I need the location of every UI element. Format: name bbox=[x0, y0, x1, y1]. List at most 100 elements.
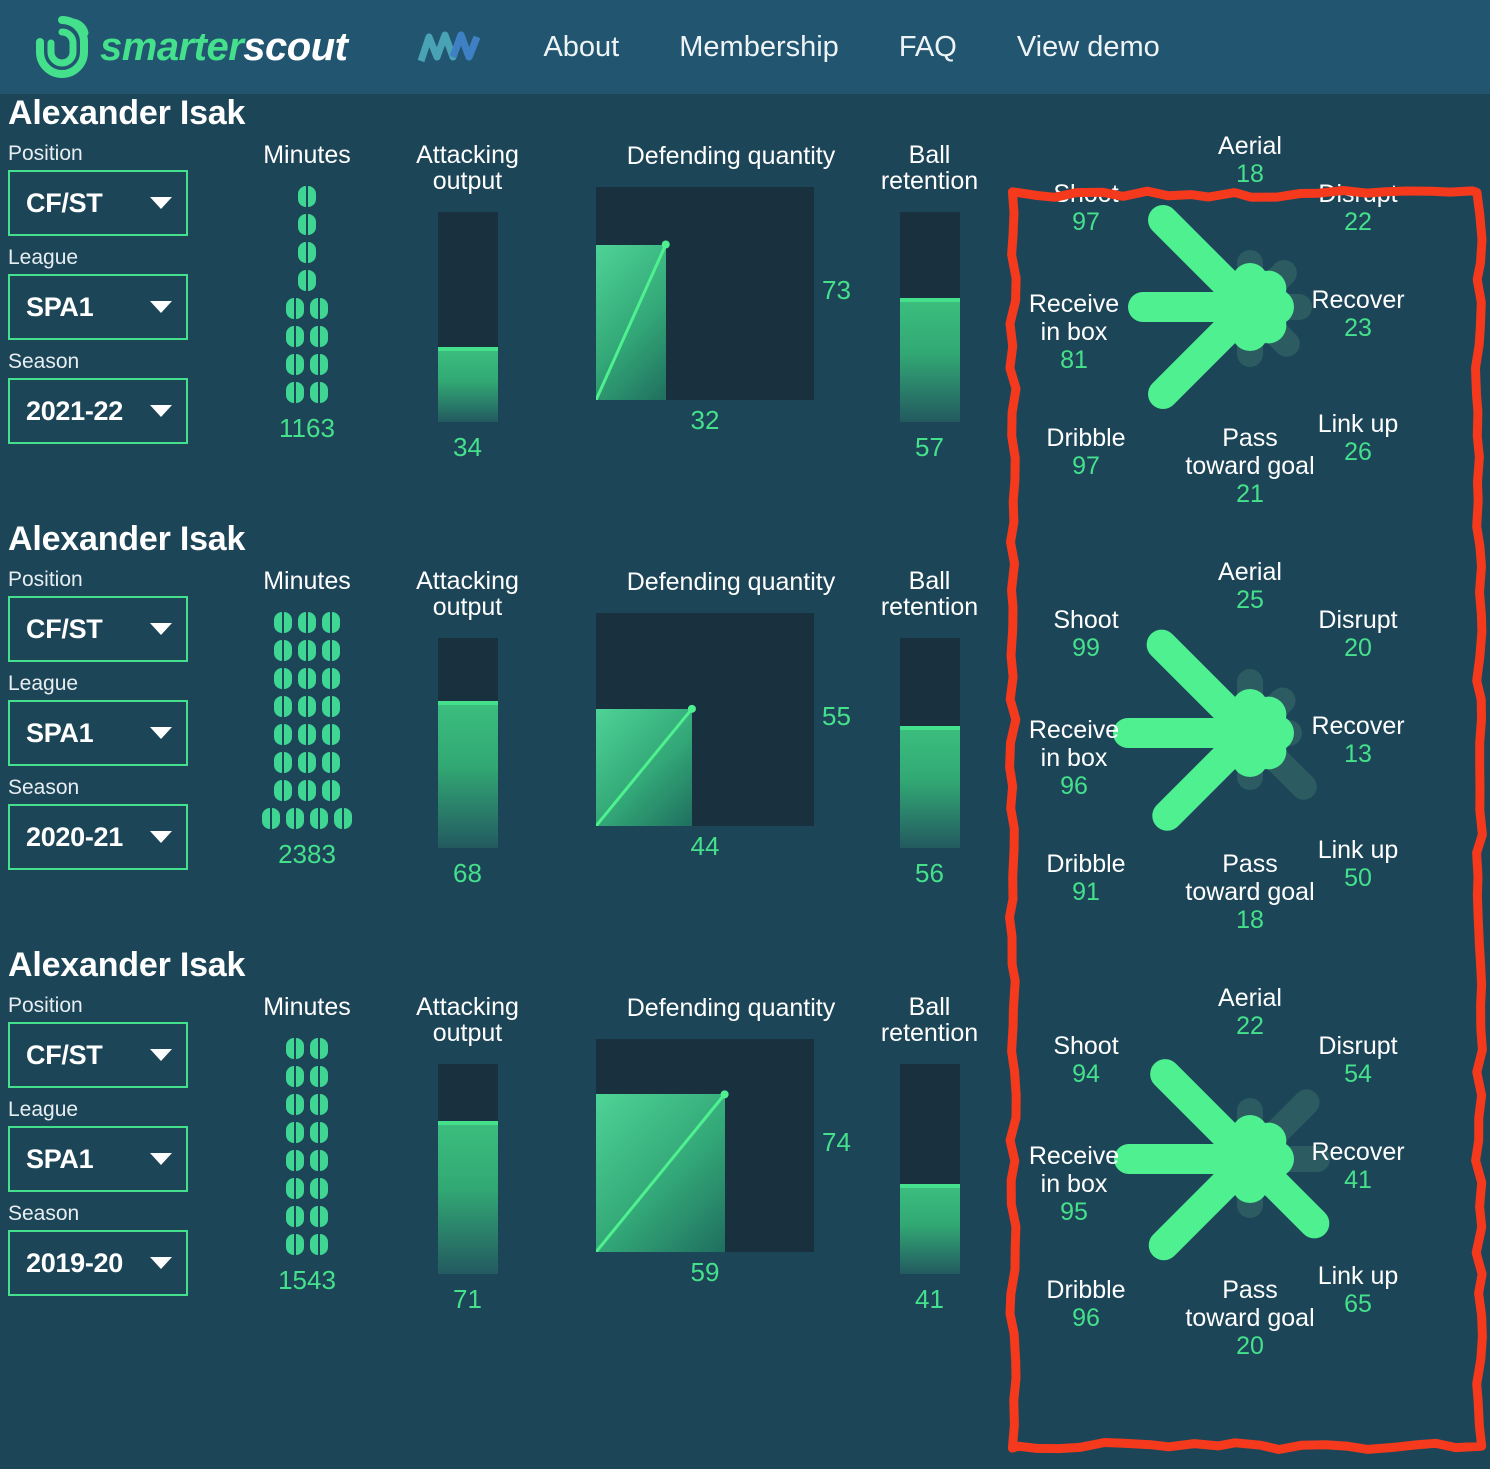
position-select[interactable]: CF/ST bbox=[8, 170, 188, 236]
ball-retention-metric: Ball retention 57 bbox=[852, 142, 1007, 463]
minutes-metric: Minutes 1163 bbox=[232, 142, 382, 444]
minutes-dot bbox=[298, 612, 316, 633]
defending-quantity-title: Defending quantity bbox=[596, 568, 866, 597]
minutes-dot-row bbox=[286, 1234, 328, 1255]
minutes-dot-row bbox=[286, 298, 328, 319]
defending-quadrant-chart: Defending quantity Defending quality 32 … bbox=[548, 142, 888, 437]
chevron-down-icon bbox=[150, 1257, 172, 1269]
minutes-dot bbox=[274, 668, 292, 689]
defending-quantity-title: Defending quantity bbox=[596, 994, 866, 1023]
minutes-dot bbox=[298, 242, 316, 263]
minutes-dot-row bbox=[274, 724, 340, 745]
league-select[interactable]: SPA1 bbox=[8, 700, 188, 766]
minutes-metric: Minutes 2383 bbox=[232, 568, 382, 870]
radar-value: 41 bbox=[1293, 1166, 1423, 1194]
season-label: Season bbox=[8, 350, 208, 374]
minutes-dot bbox=[310, 298, 328, 319]
radar-label-pass-toward-goal: Pass toward goal 18 bbox=[1165, 850, 1335, 934]
nav-link-membership[interactable]: Membership bbox=[679, 31, 839, 64]
radar-value: 22 bbox=[1293, 208, 1423, 236]
minutes-dot bbox=[322, 780, 340, 801]
radar-label-text: Dribble bbox=[1046, 424, 1125, 452]
position-select[interactable]: CF/ST bbox=[8, 1022, 188, 1088]
minutes-dot bbox=[274, 640, 292, 661]
chevron-down-icon bbox=[150, 1153, 172, 1165]
minutes-dot bbox=[286, 1206, 304, 1227]
minutes-dot bbox=[310, 808, 328, 829]
league-label: League bbox=[8, 1098, 208, 1122]
radar-label-text: Aerial bbox=[1218, 132, 1282, 160]
brand-logo[interactable]: smarterscout bbox=[28, 14, 347, 80]
minutes-dot-row bbox=[274, 668, 340, 689]
radar-label-text: Disrupt bbox=[1318, 606, 1397, 634]
minutes-dot bbox=[322, 752, 340, 773]
radar-value: 20 bbox=[1293, 634, 1423, 662]
minutes-dot bbox=[310, 1066, 328, 1087]
minutes-dot-row bbox=[298, 242, 316, 263]
minutes-value: 1543 bbox=[232, 1265, 382, 1296]
minutes-dot-row bbox=[286, 1038, 328, 1059]
minutes-title: Minutes bbox=[232, 994, 382, 1020]
minutes-dot bbox=[286, 298, 304, 319]
minutes-dot-row bbox=[286, 1206, 328, 1227]
minutes-dot-row bbox=[298, 186, 316, 207]
league-value: SPA1 bbox=[26, 292, 93, 323]
minutes-dot bbox=[310, 1150, 328, 1171]
minutes-dot bbox=[334, 808, 352, 829]
minutes-dot bbox=[286, 808, 304, 829]
minutes-dot bbox=[298, 780, 316, 801]
minutes-dot bbox=[274, 696, 292, 717]
defending-plot-area bbox=[596, 187, 814, 400]
minutes-dot bbox=[322, 696, 340, 717]
defending-quantity-value: 59 bbox=[596, 1257, 814, 1288]
radar-label-text: Dribble bbox=[1046, 850, 1125, 878]
ball-retention-value: 56 bbox=[852, 858, 1007, 889]
player-name: Alexander Isak bbox=[8, 94, 245, 133]
attacking-output-bar bbox=[438, 212, 498, 422]
nav-link-view-demo[interactable]: View demo bbox=[1017, 31, 1160, 64]
position-label: Position bbox=[8, 994, 208, 1018]
radar-label-receive-in-box: Receive in box 96 bbox=[1009, 716, 1139, 800]
radar-value: 96 bbox=[1021, 1304, 1151, 1332]
defending-quantity-value: 32 bbox=[596, 405, 814, 436]
position-label: Position bbox=[8, 568, 208, 592]
minutes-dot bbox=[286, 326, 304, 347]
radar-value: 97 bbox=[1021, 452, 1151, 480]
defending-quality-value: 74 bbox=[822, 1127, 851, 1158]
minutes-dot-row bbox=[274, 752, 340, 773]
season-select[interactable]: 2020-21 bbox=[8, 804, 188, 870]
nav-link-about[interactable]: About bbox=[543, 31, 619, 64]
league-select[interactable]: SPA1 bbox=[8, 274, 188, 340]
ball-retention-metric: Ball retention 41 bbox=[852, 994, 1007, 1315]
radar-label-text: Shoot bbox=[1053, 606, 1118, 634]
nav-link-faq[interactable]: FAQ bbox=[899, 31, 957, 64]
minutes-dot-grid bbox=[232, 186, 382, 403]
radar-label-text: Pass toward goal bbox=[1185, 850, 1314, 906]
radar-label-text: Aerial bbox=[1218, 984, 1282, 1012]
attacking-output-metric: Attacking output 71 bbox=[390, 994, 545, 1315]
radar-label-text: Disrupt bbox=[1318, 180, 1397, 208]
minutes-dot bbox=[310, 354, 328, 375]
minutes-dot bbox=[298, 696, 316, 717]
position-select[interactable]: CF/ST bbox=[8, 596, 188, 662]
player-card: Alexander Isak Position CF/ST League SPA… bbox=[0, 520, 1490, 946]
radar-label-text: Shoot bbox=[1053, 180, 1118, 208]
radar-label-text: Receive in box bbox=[1029, 1142, 1119, 1198]
ball-retention-value: 57 bbox=[852, 432, 1007, 463]
radar-label-pass-toward-goal: Pass toward goal 20 bbox=[1165, 1276, 1335, 1360]
radar-value: 20 bbox=[1165, 1332, 1335, 1360]
season-select[interactable]: 2019-20 bbox=[8, 1230, 188, 1296]
minutes-dot-row bbox=[286, 1066, 328, 1087]
minutes-dot bbox=[286, 1094, 304, 1115]
ball-retention-title: Ball retention bbox=[852, 142, 1007, 194]
season-select[interactable]: 2021-22 bbox=[8, 378, 188, 444]
league-select[interactable]: SPA1 bbox=[8, 1126, 188, 1192]
wave-chart-icon[interactable] bbox=[417, 27, 483, 67]
filter-controls: Position CF/ST League SPA1 Season 2019-2… bbox=[8, 994, 208, 1306]
attacking-output-bar bbox=[438, 1064, 498, 1274]
ball-retention-metric: Ball retention 56 bbox=[852, 568, 1007, 889]
chevron-down-icon bbox=[150, 405, 172, 417]
minutes-dot bbox=[286, 382, 304, 403]
attacking-output-value: 68 bbox=[390, 858, 545, 889]
attacking-output-metric: Attacking output 34 bbox=[390, 142, 545, 463]
